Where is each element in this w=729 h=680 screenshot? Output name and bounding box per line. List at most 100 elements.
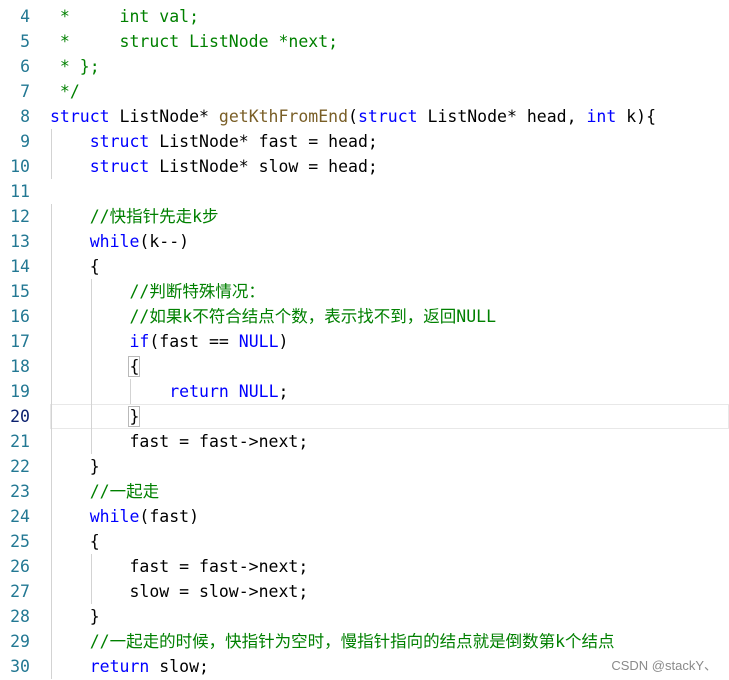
code-line[interactable]: while(k--): [50, 229, 729, 254]
code-line[interactable]: */: [50, 79, 729, 104]
code-line[interactable]: fast = fast->next;: [50, 554, 729, 579]
line-number: 26: [10, 557, 30, 576]
code-line[interactable]: struct ListNode* slow = head;: [50, 154, 729, 179]
indent-guide: [90, 354, 92, 379]
watermark: CSDN @stackY、: [611, 658, 717, 673]
line-number: 24: [10, 507, 30, 526]
keyword-token: return: [169, 382, 229, 401]
indent-guide: [51, 379, 52, 404]
code-line[interactable]: [50, 179, 729, 204]
keyword-token: while: [89, 232, 140, 251]
code-line[interactable]: fast = fast->next;: [50, 429, 729, 454]
code-line[interactable]: {: [50, 354, 729, 379]
code-line[interactable]: * };: [50, 54, 729, 79]
code-line[interactable]: {: [50, 254, 729, 279]
line-number: 4: [20, 7, 30, 26]
code-line[interactable]: //快指针先走k步: [50, 204, 729, 229]
code-line[interactable]: //一起走: [50, 479, 729, 504]
comment-token: //判断特殊情况：: [129, 282, 265, 301]
comment-token: //一起走的时候，快指针为空时，慢指针指向的结点就是倒数第k个结点: [89, 632, 615, 651]
matched-bracket: }: [128, 406, 141, 427]
code-line[interactable]: while(fast): [50, 504, 729, 529]
indent-guide: [90, 304, 92, 329]
code-text: k){: [616, 107, 657, 126]
line-number: 23: [10, 482, 30, 501]
indent-guide: [51, 604, 52, 629]
code-text: ListNode* slow = head;: [149, 157, 378, 176]
line-number: 25: [10, 532, 30, 551]
code-text: {: [50, 257, 100, 276]
code-text: ListNode* head,: [417, 107, 587, 126]
indent-guide: [51, 404, 52, 429]
line-number: 13: [10, 232, 30, 251]
keyword-token: return: [89, 657, 150, 676]
keyword-token: if: [129, 332, 150, 351]
code-text: (k--): [139, 232, 190, 251]
line-number: 16: [10, 307, 30, 326]
code-line[interactable]: return NULL;: [50, 379, 729, 404]
code-line[interactable]: if(fast == NULL): [50, 329, 729, 354]
line-number: 29: [10, 632, 30, 651]
line-number: 5: [20, 32, 30, 51]
line-number: 21: [10, 432, 30, 451]
code-line[interactable]: //判断特殊情况：: [50, 279, 729, 304]
code-line[interactable]: //如果k不符合结点个数，表示找不到，返回NULL: [50, 304, 729, 329]
keyword-token: while: [89, 507, 140, 526]
indent-guide: [90, 279, 92, 304]
indent-guide: [51, 454, 52, 479]
line-number-gutter: 4 5 6 7 8 9 10 11 12 13 14 15 16 17 18 19 20 21 22 23 24 25 26…: [0, 4, 44, 679]
code-line[interactable]: * int val;: [50, 4, 729, 29]
code-editor[interactable]: 4 5 6 7 8 9 10 11 12 13 14 15 16 17 18 19 20 21 22 23 24 25 26…: [0, 0, 729, 680]
keyword-token: struct: [89, 157, 150, 176]
comment-token: //如果k不符合结点个数，表示找不到，返回NULL: [129, 307, 497, 326]
line-number: 6: [20, 57, 30, 76]
code-text: slow = slow->next;: [50, 582, 309, 601]
code-line[interactable]: struct ListNode* getKthFromEnd(struct Li…: [50, 104, 729, 129]
code-text: ListNode*: [109, 107, 219, 126]
code-line[interactable]: }: [50, 404, 729, 429]
code-line[interactable]: }: [50, 604, 729, 629]
indent-guide: [51, 629, 52, 654]
code-line[interactable]: struct ListNode* fast = head;: [50, 129, 729, 154]
indent-guide: [51, 154, 52, 179]
line-number: 7: [20, 82, 30, 101]
keyword-token: struct: [357, 107, 418, 126]
code-line[interactable]: * struct ListNode *next;: [50, 29, 729, 54]
code-line[interactable]: {: [50, 529, 729, 554]
line-number: 15: [10, 282, 30, 301]
keyword-token: NULL: [238, 332, 279, 351]
line-number: 14: [10, 257, 30, 276]
code-text: fast = fast->next;: [50, 557, 309, 576]
line-number: 8: [20, 107, 30, 126]
code-line[interactable]: slow = slow->next;: [50, 579, 729, 604]
line-number: 17: [10, 332, 30, 351]
line-number: 12: [10, 207, 30, 226]
code-area[interactable]: * int val; * struct ListNode *next; * };…: [50, 4, 729, 679]
indent-guide: [51, 479, 52, 504]
code-text: }: [50, 457, 100, 476]
indent-guide: [90, 579, 92, 604]
comment-token: //一起走: [89, 482, 160, 501]
indent-guide: [51, 254, 52, 279]
comment-token: //快指针先走k步: [89, 207, 219, 226]
indent-guide: [51, 304, 52, 329]
code-text: ): [278, 332, 289, 351]
indent-guide: [51, 204, 52, 229]
code-line[interactable]: //一起走的时候，快指针为空时，慢指针指向的结点就是倒数第k个结点: [50, 629, 729, 654]
comment-token: * int val;: [50, 7, 200, 26]
code-line[interactable]: }: [50, 454, 729, 479]
indent-guide: [51, 529, 52, 554]
comment-token: * };: [50, 57, 100, 76]
indent-guide: [130, 379, 132, 404]
